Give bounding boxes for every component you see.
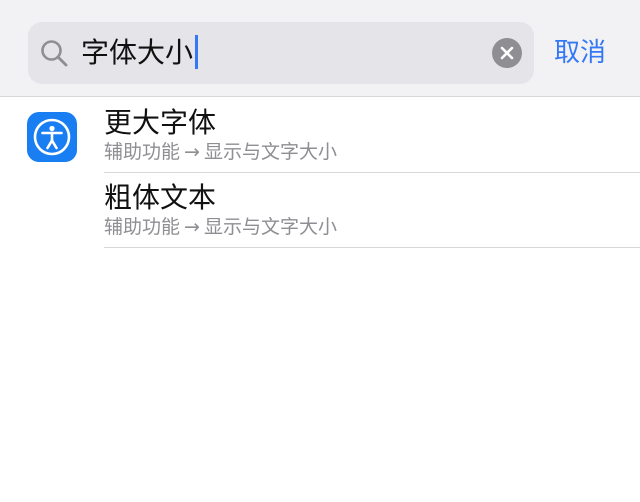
- cancel-button[interactable]: 取消: [554, 34, 606, 72]
- search-icon: [39, 38, 69, 68]
- path-parent: 辅助功能: [104, 216, 181, 238]
- path-arrow-icon: →: [184, 141, 200, 163]
- search-bar-container: 字体大小 取消: [0, 0, 640, 97]
- clear-icon[interactable]: [492, 38, 522, 68]
- search-result-larger-text[interactable]: 更大字体 辅助功能 → 显示与文字大小: [0, 98, 640, 172]
- result-path: 辅助功能 → 显示与文字大小: [104, 215, 337, 239]
- path-child: 显示与文字大小: [203, 141, 337, 163]
- text-caret: [195, 35, 199, 69]
- search-field[interactable]: 字体大小: [28, 22, 534, 84]
- search-query-text: 字体大小: [81, 36, 194, 69]
- path-child: 显示与文字大小: [203, 216, 337, 238]
- result-title: 粗体文本: [104, 181, 217, 214]
- divider: [104, 247, 640, 248]
- search-result-bold-text[interactable]: 粗体文本 辅助功能 → 显示与文字大小: [0, 173, 640, 247]
- search-input[interactable]: 字体大小: [81, 35, 199, 71]
- result-title: 更大字体: [104, 106, 217, 139]
- path-arrow-icon: →: [184, 216, 200, 238]
- path-parent: 辅助功能: [104, 141, 181, 163]
- result-path: 辅助功能 → 显示与文字大小: [104, 140, 337, 164]
